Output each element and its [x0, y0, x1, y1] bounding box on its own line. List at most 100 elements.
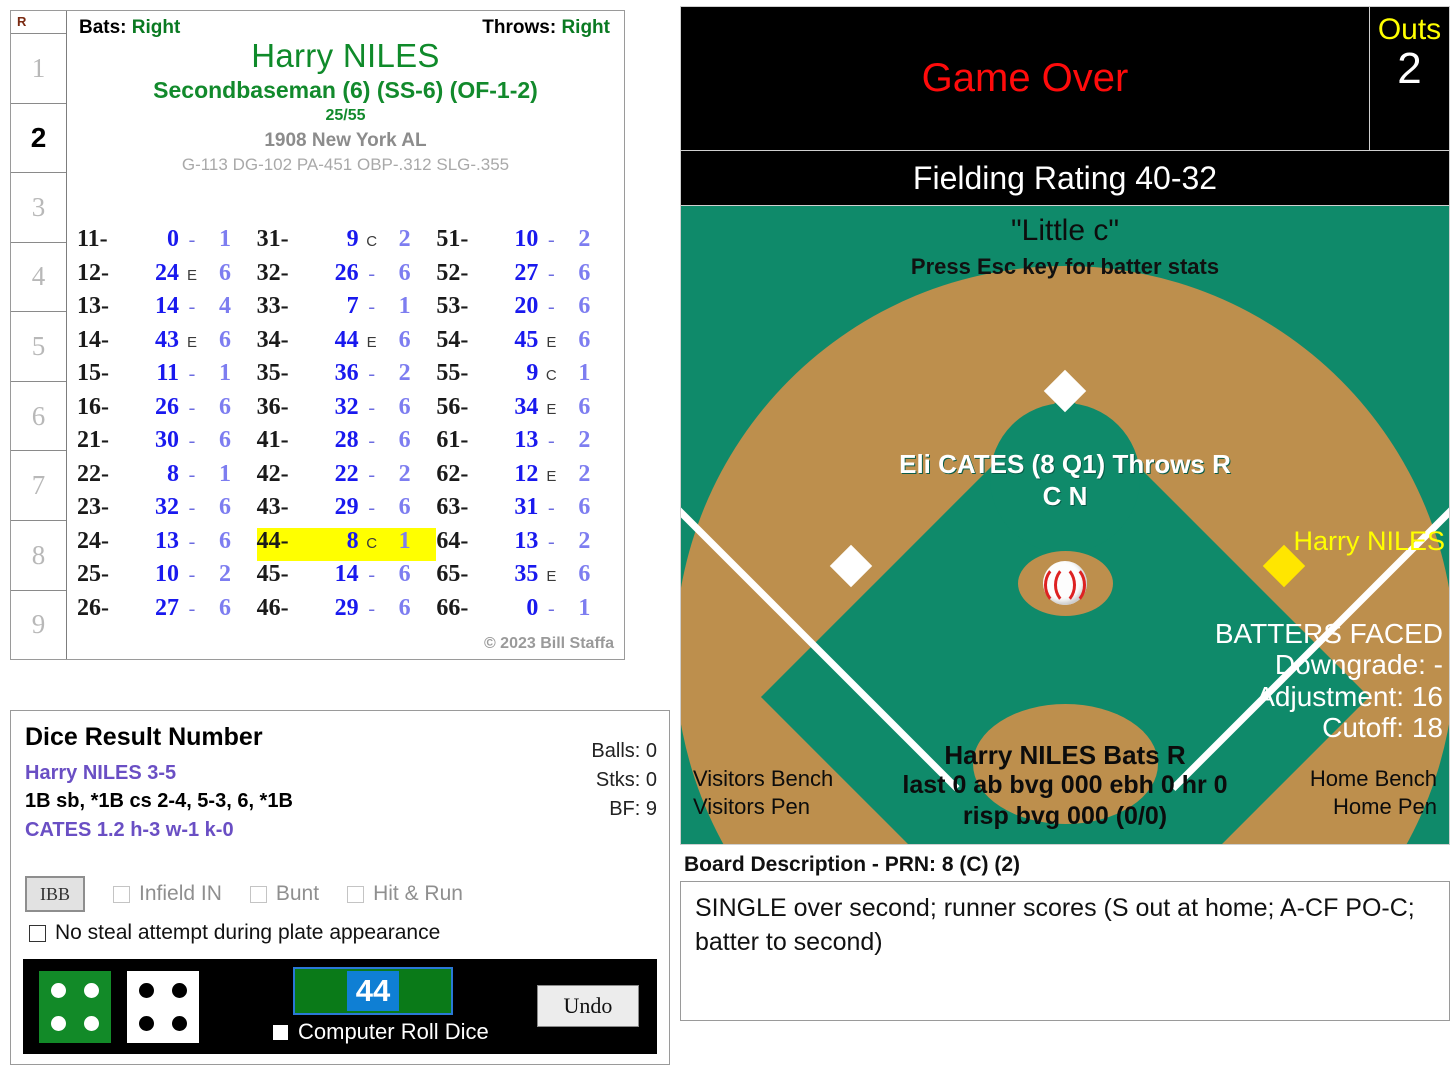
dice-result-number: 11	[156, 360, 179, 386]
dice-row-42[interactable]: 42- 22-2	[257, 461, 437, 495]
dice-row-34[interactable]: 34- 44 E 6	[257, 327, 437, 361]
dice-row-51[interactable]: 51- 10- 2	[436, 226, 616, 260]
dice-row-66[interactable]: 66- 0-1	[436, 595, 616, 629]
dice-modifier: E	[366, 333, 377, 351]
checkbox-icon[interactable]	[249, 885, 267, 903]
dice-row-55[interactable]: 55- 9 C 1	[436, 360, 616, 394]
dice-fielder-number: 6	[398, 494, 411, 520]
die-white[interactable]	[127, 970, 199, 1043]
dice-roll-key: 42-	[256, 460, 289, 487]
scoreboard-main: Game Over	[681, 7, 1369, 150]
hit-and-run-checkbox[interactable]: Hit & Run	[347, 882, 463, 906]
bunt-checkbox[interactable]: Bunt	[249, 882, 319, 906]
ibb-button[interactable]: IBB	[25, 876, 85, 912]
inning-rail: R 1 2 3 4 5 6 7 8 9	[11, 11, 67, 659]
dice-fielder-number: 2	[398, 460, 411, 487]
dice-row-14[interactable]: 14- 43 E 6	[77, 327, 257, 361]
checkbox-icon[interactable]	[347, 885, 365, 903]
inning-cell-8[interactable]: 8	[11, 519, 66, 590]
dice-row-36[interactable]: 36- 32-6	[257, 394, 437, 428]
dice-row-54[interactable]: 54- 45 E 6	[436, 327, 616, 361]
dice-row-46[interactable]: 46- 29-6	[257, 595, 437, 629]
dice-row-31[interactable]: 31- 9 C 2	[257, 226, 437, 260]
player-team: 1908 New York AL	[264, 130, 427, 151]
dice-row-65[interactable]: 65- 35 E 6	[436, 561, 616, 595]
checkbox-icon[interactable]	[273, 1024, 288, 1040]
dice-row-61[interactable]: 61- 13- 2	[436, 427, 616, 461]
balls-count: Balls: 0	[591, 740, 657, 762]
dice-row-21[interactable]: 21- 30- 6	[77, 427, 257, 461]
dice-fielder-number: 6	[219, 259, 231, 286]
dice-fielder-number: 6	[398, 326, 411, 353]
dice-result-number: 26	[334, 259, 359, 286]
checkbox-icon[interactable]	[29, 924, 46, 942]
outs-cell: Outs 2	[1369, 7, 1449, 150]
dice-row-23[interactable]: 23- 32- 6	[77, 494, 257, 528]
dice-row-41[interactable]: 41- 28- 6	[257, 427, 437, 461]
dice-modifier: -	[548, 497, 555, 519]
infield-in-checkbox[interactable]: Infield IN	[113, 882, 222, 906]
dice-row-12[interactable]: 12- 24 E 6	[77, 260, 257, 294]
home-pen-link[interactable]: Home Pen	[1333, 794, 1437, 820]
dice-result-panel: Dice Result Number Balls: 0 Stks: 0 BF: …	[10, 710, 670, 1065]
dice-row-35[interactable]: 35- 36- 2	[257, 360, 437, 394]
home-bench-link[interactable]: Home Bench	[1310, 766, 1437, 792]
undo-button[interactable]: Undo	[537, 985, 639, 1027]
player-name: Harry NILES	[251, 37, 440, 74]
baseball-field[interactable]: "Little c" Press Esc key for batter stat…	[680, 206, 1450, 845]
dice-result-number: 9	[526, 360, 539, 386]
dice-row-43[interactable]: 43- 29- 6	[257, 494, 437, 528]
throws-group: Throws: Right	[482, 17, 610, 39]
dice-modifier: -	[368, 564, 375, 586]
inning-cell-2[interactable]: 2	[11, 102, 66, 173]
inning-cell-5[interactable]: 5	[11, 311, 66, 381]
checkbox-icon[interactable]	[113, 885, 130, 903]
no-steal-checkbox[interactable]: No steal attempt during plate appearance	[29, 921, 440, 945]
dice-fielder-number: 6	[578, 561, 591, 587]
dice-row-52[interactable]: 52- 27-6	[436, 260, 616, 294]
dice-modifier: -	[368, 463, 375, 486]
dice-row-63[interactable]: 63- 31- 6	[436, 494, 616, 528]
inning-cell-7[interactable]: 7	[11, 450, 66, 520]
dice-row-24[interactable]: 24- 13-6	[77, 528, 257, 562]
inning-cell-9[interactable]: 9	[11, 589, 66, 660]
dice-row-11[interactable]: 11- 0- 1	[77, 226, 257, 260]
dice-modifier: -	[188, 463, 196, 486]
dice-result-number: 13	[514, 427, 539, 453]
inning-cell-1[interactable]: 1	[11, 33, 66, 103]
visitors-bench-link[interactable]: Visitors Bench	[693, 766, 833, 792]
dice-result-number: 29	[334, 494, 359, 520]
dice-result-number: 0	[167, 226, 179, 252]
dice-fielder-number: 6	[219, 427, 231, 453]
dice-row-33[interactable]: 33- 7- 1	[257, 293, 437, 327]
dice-modifier: -	[188, 296, 196, 318]
dice-row-53[interactable]: 53- 20- 6	[436, 293, 616, 327]
inning-cell-3[interactable]: 3	[11, 172, 66, 242]
dice-row-26[interactable]: 26- 27-6	[77, 595, 257, 629]
dice-roll-key: 22-	[77, 460, 109, 487]
dice-fielder-number: 1	[578, 360, 591, 386]
dice-row-44[interactable]: 44- 8 C 1	[256, 527, 437, 561]
dice-row-22[interactable]: 22- 8-1	[77, 461, 257, 495]
dice-roll-key: 36-	[256, 393, 289, 420]
computer-roll-checkbox[interactable]: Computer Roll Dice	[273, 1019, 489, 1045]
die-green[interactable]	[39, 970, 111, 1043]
dice-result-number: 35	[514, 561, 539, 587]
dice-row-62[interactable]: 62- 12 E 2	[436, 461, 616, 495]
dice-row-32[interactable]: 32- 26-6	[257, 260, 437, 294]
dice-fielder-number: 4	[219, 293, 231, 319]
dice-row-13[interactable]: 13- 14- 4	[77, 293, 257, 327]
dice-row-16[interactable]: 16- 26-6	[77, 394, 257, 428]
dice-fielder-number: 6	[219, 594, 231, 621]
pitcher-name: Eli CATES (8 Q1) Throws R	[899, 449, 1231, 479]
dice-row-56[interactable]: 56- 34 E 6	[436, 394, 616, 428]
dice-fielder-number: 6	[219, 494, 231, 520]
visitors-pen-link[interactable]: Visitors Pen	[693, 794, 810, 820]
dice-row-15[interactable]: 15- 11- 1	[77, 360, 257, 394]
dice-row-45[interactable]: 45- 14- 6	[257, 561, 437, 595]
inning-cell-4[interactable]: 4	[11, 241, 66, 312]
dice-row-25[interactable]: 25- 10- 2	[77, 561, 257, 595]
dice-fielder-number: 1	[398, 293, 411, 319]
dice-row-64[interactable]: 64- 13-2	[436, 528, 616, 562]
inning-cell-6[interactable]: 6	[11, 380, 66, 451]
